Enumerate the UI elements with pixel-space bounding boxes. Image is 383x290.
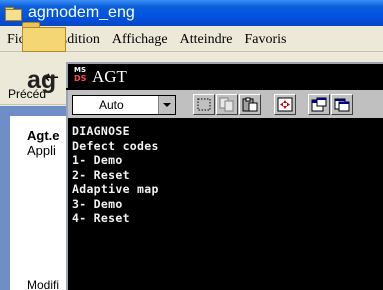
properties-button[interactable]: [308, 94, 330, 115]
file-type: Appli: [27, 143, 56, 158]
properties-icon: [311, 97, 327, 112]
file-modified: Modifi: [27, 278, 60, 290]
font-size-value: Auto: [99, 98, 124, 112]
fullscreen-button[interactable]: [274, 94, 296, 115]
console-line: 4- Reset: [72, 211, 130, 225]
mark-icon: [197, 98, 211, 111]
chevron-down-icon[interactable]: [158, 96, 175, 114]
dos-toolbar: Auto: [66, 90, 383, 118]
big-folder-icon: [22, 22, 66, 52]
folder-heading: ag: [27, 66, 57, 94]
dos-title-bar[interactable]: MS DS AGT: [66, 62, 383, 88]
dos-window[interactable]: MS DS AGT Auto DIAGNOSE Defect codes 1- …: [66, 62, 383, 290]
paste-icon: [242, 97, 258, 112]
msdos-logo-top: MS: [74, 66, 87, 74]
msdos-icon: MS DS: [74, 66, 90, 86]
menu-atteindre[interactable]: Atteindre: [180, 32, 233, 48]
file-name: Agt.e: [27, 128, 60, 143]
copy-button[interactable]: [216, 94, 238, 115]
mark-button[interactable]: [193, 94, 215, 115]
console-line: DIAGNOSE: [72, 124, 130, 138]
console-line: Defect codes: [72, 138, 159, 153]
paste-button[interactable]: [239, 94, 261, 115]
background-button[interactable]: [331, 94, 353, 115]
console-line: 3- Demo: [72, 196, 123, 211]
dos-window-title: AGT: [92, 67, 127, 86]
background-icon: [334, 98, 350, 112]
menu-affichage[interactable]: Affichage: [112, 32, 168, 48]
folder-icon: [5, 7, 22, 21]
msdos-logo-bottom: DS: [74, 74, 87, 83]
console-line: Adaptive map: [72, 182, 159, 196]
fullscreen-icon: [277, 97, 293, 112]
console-line: 1- Demo: [72, 153, 123, 167]
menu-favoris[interactable]: Favoris: [244, 32, 286, 48]
console-output[interactable]: DIAGNOSE Defect codes 1- Demo 2- Reset A…: [66, 118, 383, 290]
copy-icon: [219, 97, 234, 112]
explorer-window-title: agmodem_eng: [28, 4, 135, 21]
font-size-select[interactable]: Auto: [72, 95, 176, 115]
console-line: 2- Reset: [72, 167, 130, 182]
